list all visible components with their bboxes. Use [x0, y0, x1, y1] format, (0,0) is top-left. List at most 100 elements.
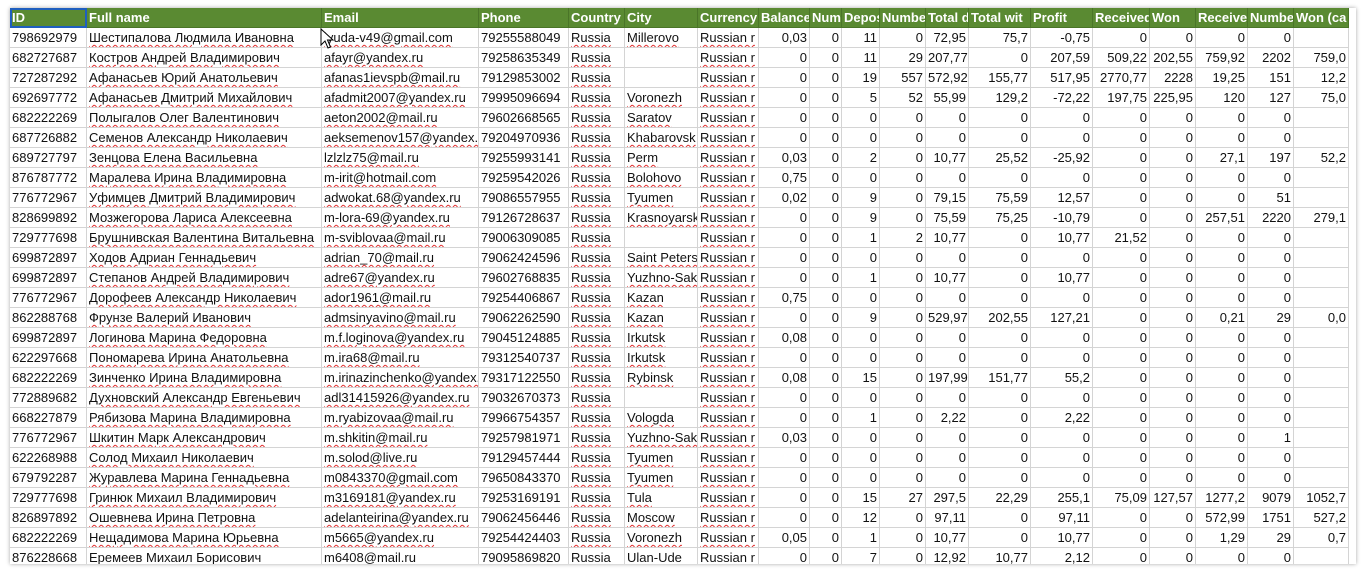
- table-cell[interactable]: 0: [759, 208, 810, 228]
- table-cell[interactable]: 0: [759, 268, 810, 288]
- table-cell[interactable]: 79312540737: [479, 348, 569, 368]
- table-cell[interactable]: 0: [1196, 448, 1248, 468]
- table-cell[interactable]: Millerovo: [625, 28, 698, 48]
- table-cell[interactable]: 529,97: [926, 308, 969, 328]
- table-cell[interactable]: 572,92: [926, 68, 969, 88]
- table-cell[interactable]: 79086557955: [479, 188, 569, 208]
- table-cell[interactable]: Russian r: [698, 448, 759, 468]
- table-cell[interactable]: 0: [1150, 508, 1196, 528]
- table-cell[interactable]: 0: [880, 388, 926, 408]
- table-cell[interactable]: 0: [759, 468, 810, 488]
- table-cell[interactable]: 0: [842, 388, 880, 408]
- table-cell[interactable]: Russian r: [698, 488, 759, 508]
- table-cell[interactable]: 0: [1248, 468, 1294, 488]
- table-cell[interactable]: Russian r: [698, 528, 759, 548]
- table-cell[interactable]: 52: [880, 88, 926, 108]
- table-cell[interactable]: Гринюк Михаил Владимирович: [87, 488, 322, 508]
- table-cell[interactable]: 0: [1031, 328, 1093, 348]
- table-cell[interactable]: 10,77: [1031, 268, 1093, 288]
- table-cell[interactable]: 0: [842, 448, 880, 468]
- table-cell[interactable]: 79253169191: [479, 488, 569, 508]
- column-header[interactable]: Number: [1248, 8, 1294, 28]
- table-cell[interactable]: 0,08: [759, 328, 810, 348]
- table-cell[interactable]: m6408@mail.ru: [322, 548, 479, 564]
- table-cell[interactable]: Russian r: [698, 88, 759, 108]
- table-cell[interactable]: Russia: [569, 28, 625, 48]
- table-cell[interactable]: 0,05: [759, 528, 810, 548]
- table-cell[interactable]: Шестипалова Людмила Ивановна: [87, 28, 322, 48]
- table-cell[interactable]: Khabarovsk: [625, 128, 698, 148]
- table-cell[interactable]: 0: [759, 508, 810, 528]
- table-cell[interactable]: 75,7: [969, 28, 1031, 48]
- table-cell[interactable]: 0: [1093, 348, 1150, 368]
- table-cell[interactable]: Дорофеев Александр Николаевич: [87, 288, 322, 308]
- table-cell[interactable]: 862288768: [10, 308, 87, 328]
- table-cell[interactable]: 10,77: [926, 528, 969, 548]
- table-cell[interactable]: 0: [810, 328, 842, 348]
- table-cell[interactable]: 10,77: [1031, 228, 1093, 248]
- table-cell[interactable]: 79045124885: [479, 328, 569, 348]
- table-cell[interactable]: Russia: [569, 208, 625, 228]
- table-cell[interactable]: 0: [1248, 168, 1294, 188]
- table-cell[interactable]: 11: [842, 28, 880, 48]
- table-cell[interactable]: Tyumen: [625, 188, 698, 208]
- table-cell[interactable]: 127: [1248, 88, 1294, 108]
- table-cell[interactable]: 79095869820: [479, 548, 569, 564]
- table-cell[interactable]: 0: [1093, 148, 1150, 168]
- table-cell[interactable]: 75,59: [926, 208, 969, 228]
- table-cell[interactable]: 0,08: [759, 368, 810, 388]
- table-cell[interactable]: 828699892: [10, 208, 87, 228]
- table-cell[interactable]: 0: [1031, 448, 1093, 468]
- table-cell[interactable]: [1294, 328, 1349, 348]
- table-cell[interactable]: 72,95: [926, 28, 969, 48]
- table-cell[interactable]: Russia: [569, 468, 625, 488]
- table-cell[interactable]: 0: [1196, 168, 1248, 188]
- table-cell[interactable]: 0: [969, 268, 1031, 288]
- table-cell[interactable]: 0: [880, 428, 926, 448]
- table-cell[interactable]: 0: [926, 108, 969, 128]
- table-cell[interactable]: Журавлева Марина Геннадьевна: [87, 468, 322, 488]
- table-cell[interactable]: ador1961@mail.ru: [322, 288, 479, 308]
- table-cell[interactable]: 0: [1093, 308, 1150, 328]
- table-cell[interactable]: 826897892: [10, 508, 87, 528]
- table-cell[interactable]: Irkutsk: [625, 328, 698, 348]
- table-cell[interactable]: 151,77: [969, 368, 1031, 388]
- table-cell[interactable]: Russia: [569, 388, 625, 408]
- table-cell[interactable]: 0: [1093, 108, 1150, 128]
- table-cell[interactable]: 0: [759, 48, 810, 68]
- table-cell[interactable]: Russia: [569, 548, 625, 564]
- table-cell[interactable]: 0: [1196, 388, 1248, 408]
- table-cell[interactable]: 0: [880, 268, 926, 288]
- table-cell[interactable]: 0: [1093, 368, 1150, 388]
- table-cell[interactable]: 0,03: [759, 428, 810, 448]
- table-cell[interactable]: 0: [1093, 388, 1150, 408]
- table-cell[interactable]: 0: [1150, 148, 1196, 168]
- table-cell[interactable]: 97,11: [1031, 508, 1093, 528]
- table-cell[interactable]: Шкитин Марк Александрович: [87, 428, 322, 448]
- table-cell[interactable]: 2: [880, 228, 926, 248]
- table-cell[interactable]: 0: [759, 68, 810, 88]
- table-cell[interactable]: 699872897: [10, 328, 87, 348]
- table-cell[interactable]: Еремеев Михаил Борисович: [87, 548, 322, 564]
- table-cell[interactable]: 79317122550: [479, 368, 569, 388]
- table-cell[interactable]: 7: [842, 548, 880, 564]
- table-cell[interactable]: 0: [1031, 388, 1093, 408]
- table-cell[interactable]: 0: [969, 228, 1031, 248]
- table-cell[interactable]: 0: [1196, 188, 1248, 208]
- table-cell[interactable]: 19: [842, 68, 880, 88]
- table-cell[interactable]: Зенцова Елена Васильевна: [87, 148, 322, 168]
- table-cell[interactable]: afayr@yandex.ru: [322, 48, 479, 68]
- table-cell[interactable]: 0: [810, 168, 842, 188]
- table-cell[interactable]: [1294, 288, 1349, 308]
- table-cell[interactable]: 0: [1031, 428, 1093, 448]
- table-cell[interactable]: 0: [1248, 128, 1294, 148]
- table-cell[interactable]: 0: [810, 28, 842, 48]
- column-header[interactable]: Email: [322, 8, 479, 28]
- column-header[interactable]: Deposits: [842, 8, 880, 28]
- table-cell[interactable]: 0,75: [759, 168, 810, 188]
- table-cell[interactable]: 297,5: [926, 488, 969, 508]
- table-cell[interactable]: 0: [1150, 368, 1196, 388]
- table-cell[interactable]: 0: [842, 468, 880, 488]
- table-cell[interactable]: 0: [1150, 288, 1196, 308]
- table-cell[interactable]: 0: [842, 328, 880, 348]
